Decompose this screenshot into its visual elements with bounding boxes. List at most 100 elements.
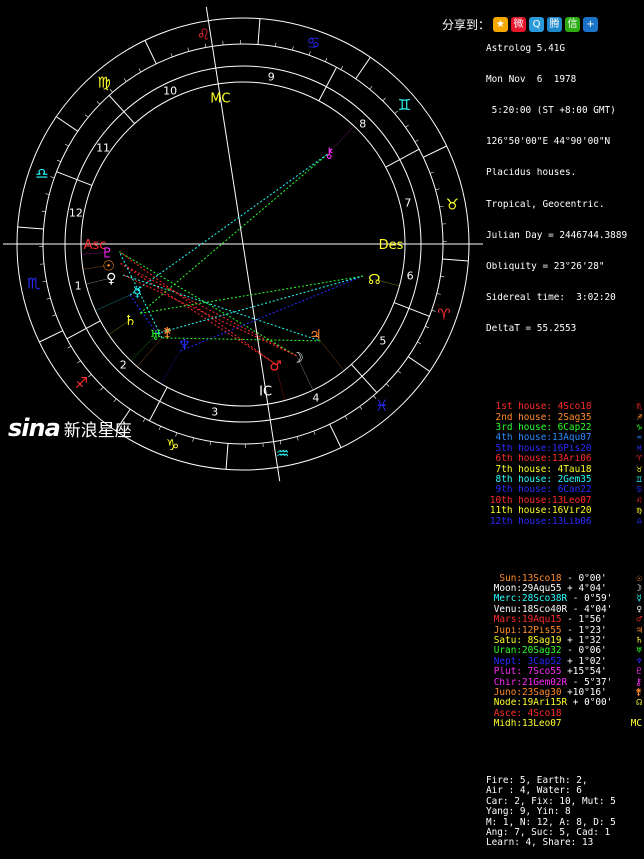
chart-location: 126°50'00"E 44°90'00"N <box>486 137 644 147</box>
degree-tick <box>314 431 315 435</box>
degree-tick <box>405 125 408 127</box>
more-share-icon[interactable]: + <box>583 17 598 32</box>
house-number: 5 <box>379 335 386 348</box>
planet-glyph-icon: MC <box>631 719 642 729</box>
house-glyph-icon: ♏ <box>636 402 642 412</box>
degree-tick <box>430 172 434 173</box>
aspect-line <box>119 252 275 364</box>
planet-value: 20Sag32 <box>522 646 562 656</box>
planet-value: 19Aqu15 <box>522 615 562 625</box>
house-cusps-list: 1st house: 4Sco18♏2nd house: 2Sag35♐3rd … <box>486 402 644 527</box>
house-row: 8th house: 2Gem35♊ <box>486 475 644 485</box>
stat-line: Learn: 4, Share: 13 <box>486 838 644 848</box>
delta-t: DeltaT = 55.2553 <box>486 324 644 334</box>
info-panel: Astrolog 5.41G Mon Nov 6 1978 5:20:00 (S… <box>486 0 644 488</box>
house-row: 7th house: 4Tau18♉ <box>486 465 644 475</box>
planet-value: 13Sco18 <box>522 574 562 584</box>
house-system: Placidus houses. <box>486 168 644 178</box>
house-number: 2 <box>120 359 127 372</box>
house-row: 4th house:13Aqu07♒ <box>486 433 644 443</box>
house-value: 16Vir20 <box>552 506 592 516</box>
planet-value: 7Sco55 <box>522 667 562 677</box>
degree-tick <box>47 298 51 299</box>
planet-row: Moon:29Aqu55 + 4°04'☽ <box>486 584 644 594</box>
stat-line: Fire: 5, Earth: 2, <box>486 776 644 786</box>
house-row: 2nd house: 2Sag35♐ <box>486 413 644 423</box>
house-value: 4Tau18 <box>552 465 592 475</box>
degree-tick <box>65 144 68 146</box>
planet-label: Juno: <box>486 688 522 698</box>
house-row: 11th house:16Vir20♍ <box>486 506 644 516</box>
degree-tick <box>97 102 100 105</box>
planet-row: Satu: 8Sag19 + 1°32'♄ <box>486 636 644 646</box>
degree-tick <box>440 276 444 277</box>
planet-glyph-icon: ♄ <box>636 636 642 646</box>
stat-line: Air : 4, Water: 6 <box>486 786 644 796</box>
zodiac-sign-icon: ♓ <box>375 396 388 414</box>
degree-tick <box>45 194 49 195</box>
house-label: 6th house: <box>486 454 552 464</box>
ic-label: IC <box>259 384 272 399</box>
planet-value: 23Sag30 <box>522 688 562 698</box>
degree-tick <box>432 310 436 311</box>
planet-label: Asce: <box>486 709 522 719</box>
planet-label: Node: <box>486 698 522 708</box>
planet-value: 21Gem02R <box>522 678 567 688</box>
house-value: 13Ari06 <box>552 454 592 464</box>
planet-glyph-icon: ♆ <box>636 657 642 667</box>
zodiac-sign-icon: ♏ <box>27 275 41 293</box>
house-number: 11 <box>96 141 110 154</box>
house-row: 10th house:13Leo07♌ <box>486 496 644 506</box>
degree-tick <box>383 98 386 101</box>
degree-tick <box>370 86 373 89</box>
planet-row: Mars:19Aqu15 - 1°56'♂ <box>486 615 644 625</box>
element-stats: Fire: 5, Earth: 2,Air : 4, Water: 6Car: … <box>486 776 644 849</box>
house-glyph-icon: ♋ <box>636 485 642 495</box>
planet-glyph-icon: ♇ <box>636 667 642 677</box>
house-number: 4 <box>312 392 319 405</box>
house-glyph-icon: ♉ <box>636 465 642 475</box>
mc-label: MC <box>210 92 230 107</box>
qzone-share-icon[interactable]: Q <box>529 17 544 32</box>
house-label: 2nd house: <box>486 413 552 423</box>
zodiac-sign-icon: ♊ <box>398 96 411 114</box>
degree-tick <box>205 44 206 48</box>
planet-value: 18Sco40R <box>522 605 567 615</box>
planet-latitude: +10°16' <box>562 688 607 698</box>
planet-value: 12Pis55 <box>522 626 562 636</box>
degree-tick <box>425 326 429 328</box>
planet-glyph-icon: ♃ <box>636 626 642 636</box>
house-glyph-icon: ♊ <box>636 475 642 485</box>
zodiac-system: Tropical, Geocentric. <box>486 200 644 210</box>
planet-latitude: + 0°00' <box>567 698 612 708</box>
degree-tick <box>417 342 420 344</box>
wechat-share-icon[interactable]: 信 <box>565 17 580 32</box>
tencent-share-icon[interactable]: 腾 <box>547 17 562 32</box>
sina-logo: sina <box>8 414 60 442</box>
planet-row: Chir:21Gem02R - 5°37'⚷ <box>486 678 644 688</box>
weibo-share-icon[interactable]: 微 <box>511 17 526 32</box>
stat-line: Ang: 7, Suc: 5, Cad: 1 <box>486 828 644 838</box>
planet-latitude: + 1°02' <box>562 657 607 667</box>
planet-glyph-icon: ♀ <box>106 271 116 287</box>
planet-value: 3Cap52 <box>522 657 562 667</box>
degree-tick <box>386 384 389 387</box>
degree-tick <box>143 418 145 421</box>
stat-line: Yang: 9, Yin: 8 <box>486 807 644 817</box>
degree-tick <box>171 53 172 57</box>
planet-latitude: - 1°23' <box>562 626 607 636</box>
degree-tick <box>440 206 444 207</box>
house-row: 1st house: 4Sco18♏ <box>486 402 644 412</box>
house-row: 5th house:16Pis20♓ <box>486 444 644 454</box>
star-share-icon[interactable]: ★ <box>493 17 508 32</box>
house-glyph-icon: ♌ <box>636 496 642 506</box>
planet-latitude: - 0°00' <box>562 574 607 584</box>
planet-latitude: - 5°37' <box>567 678 612 688</box>
planet-latitude: - 1°56' <box>562 615 607 625</box>
planet-row: Midh:13Leo07MC <box>486 719 644 729</box>
planet-label: Chir: <box>486 678 522 688</box>
planet-latitude: - 4°04' <box>567 605 612 615</box>
degree-tick <box>360 406 362 409</box>
planet-glyph-icon: ⚷ <box>324 145 334 161</box>
house-cusp <box>57 172 92 186</box>
